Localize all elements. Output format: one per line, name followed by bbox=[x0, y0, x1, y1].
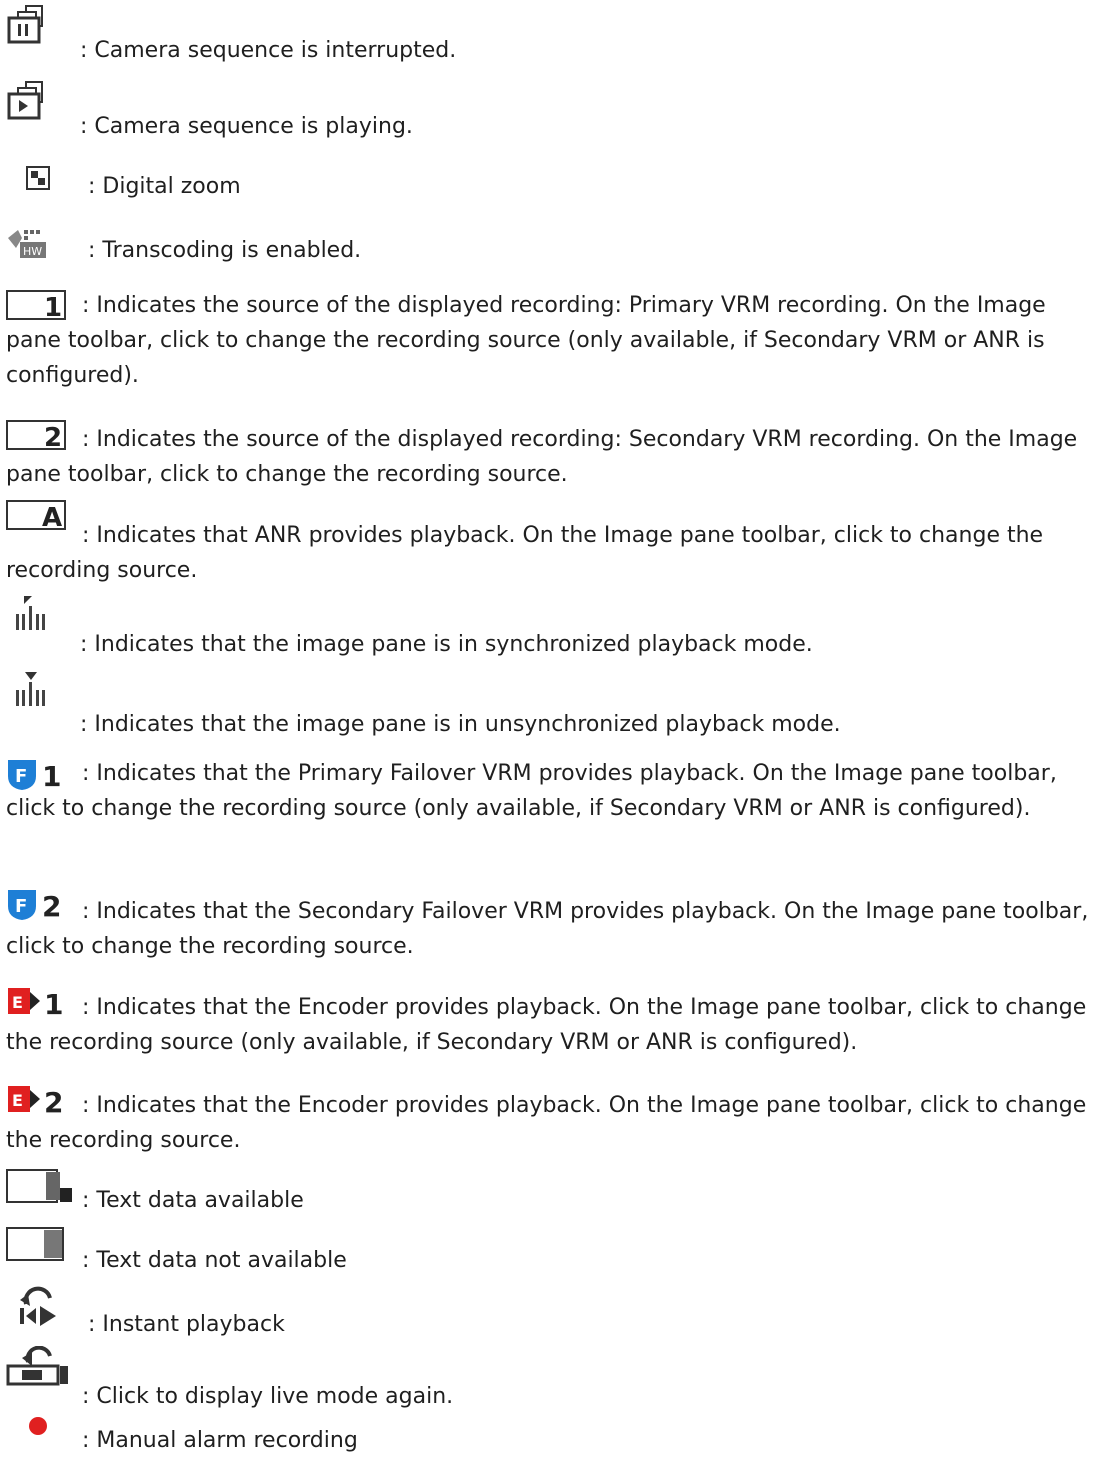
svg-text:HW: HW bbox=[23, 245, 42, 258]
legend-entry: 2 : Indicates the source of the displaye… bbox=[6, 420, 1106, 500]
legend-entry: : Manual alarm recording bbox=[6, 1414, 1106, 1454]
live-mode-icon bbox=[6, 1346, 72, 1388]
sync-playback-icon bbox=[14, 594, 48, 634]
legend-text: : Indicates the source of the displayed … bbox=[6, 293, 1053, 388]
legend-text: : Indicates that the Encoder provides pl… bbox=[6, 995, 1094, 1055]
unsync-playback-icon bbox=[14, 670, 48, 710]
legend-text: : Digital zoom bbox=[88, 174, 241, 199]
legend-text: : Click to display live mode again. bbox=[82, 1384, 454, 1409]
legend-text: : Indicates that the Secondary Failover … bbox=[6, 899, 1096, 959]
legend-text: : Camera sequence is interrupted. bbox=[80, 38, 457, 63]
legend-text: : Manual alarm recording bbox=[82, 1428, 358, 1453]
legend-entry: : Camera sequence is playing. bbox=[6, 80, 1106, 140]
legend-text: : Indicates the source of the displayed … bbox=[6, 427, 1085, 487]
camera-sequence-playing-icon bbox=[6, 80, 68, 120]
legend-text: : Text data available bbox=[82, 1188, 304, 1213]
legend-entry: : Camera sequence is interrupted. bbox=[6, 4, 1106, 66]
legend-entry: : Indicates that the image pane is in un… bbox=[6, 670, 1106, 740]
legend-text: : Indicates that ANR provides playback. … bbox=[6, 523, 1051, 583]
legend-entry: F 2 : Indicates that the Secondary Failo… bbox=[6, 886, 1106, 966]
camera-sequence-paused-icon bbox=[6, 4, 68, 44]
legend-entry: : Text data not available bbox=[6, 1226, 1106, 1278]
legend-entry: : Click to display live mode again. bbox=[6, 1346, 1106, 1410]
legend-entry: : Instant playback bbox=[6, 1286, 1106, 1342]
transcoding-icon: HW bbox=[6, 228, 70, 260]
legend-entry: F 1 : Indicates that the Primary Failove… bbox=[6, 756, 1106, 870]
legend-text: : Camera sequence is playing. bbox=[80, 114, 413, 139]
legend-text: : Transcoding is enabled. bbox=[88, 238, 362, 263]
legend-text: : Text data not available bbox=[82, 1248, 347, 1273]
legend-entry: : Indicates that the image pane is in sy… bbox=[6, 594, 1106, 664]
legend-text: : Indicates that the image pane is in un… bbox=[80, 712, 841, 737]
text-data-available-icon bbox=[6, 1168, 76, 1208]
legend-entry: 1 : Indicates the source of the displaye… bbox=[6, 290, 1106, 404]
legend-text: : Indicates that the Encoder provides pl… bbox=[6, 1093, 1094, 1153]
legend-entry: E 2 : Indicates that the Encoder provide… bbox=[6, 1082, 1106, 1162]
text-data-unavailable-icon bbox=[6, 1226, 76, 1266]
legend-text: : Indicates that the image pane is in sy… bbox=[80, 632, 813, 657]
legend-entry: A : Indicates that ANR provides playback… bbox=[6, 500, 1106, 583]
legend-entry: : Digital zoom bbox=[6, 166, 1106, 206]
digital-zoom-icon bbox=[26, 166, 50, 190]
legend-entry: E 1 : Indicates that the Encoder provide… bbox=[6, 984, 1106, 1064]
legend-entry: : Text data available bbox=[6, 1168, 1106, 1216]
manual-alarm-recording-icon bbox=[28, 1416, 48, 1436]
instant-playback-icon bbox=[16, 1286, 60, 1326]
legend-text: : Instant playback bbox=[88, 1312, 285, 1337]
legend-entry: HW : Transcoding is enabled. bbox=[6, 228, 1106, 268]
legend-text: : Indicates that the Primary Failover VR… bbox=[6, 761, 1064, 821]
